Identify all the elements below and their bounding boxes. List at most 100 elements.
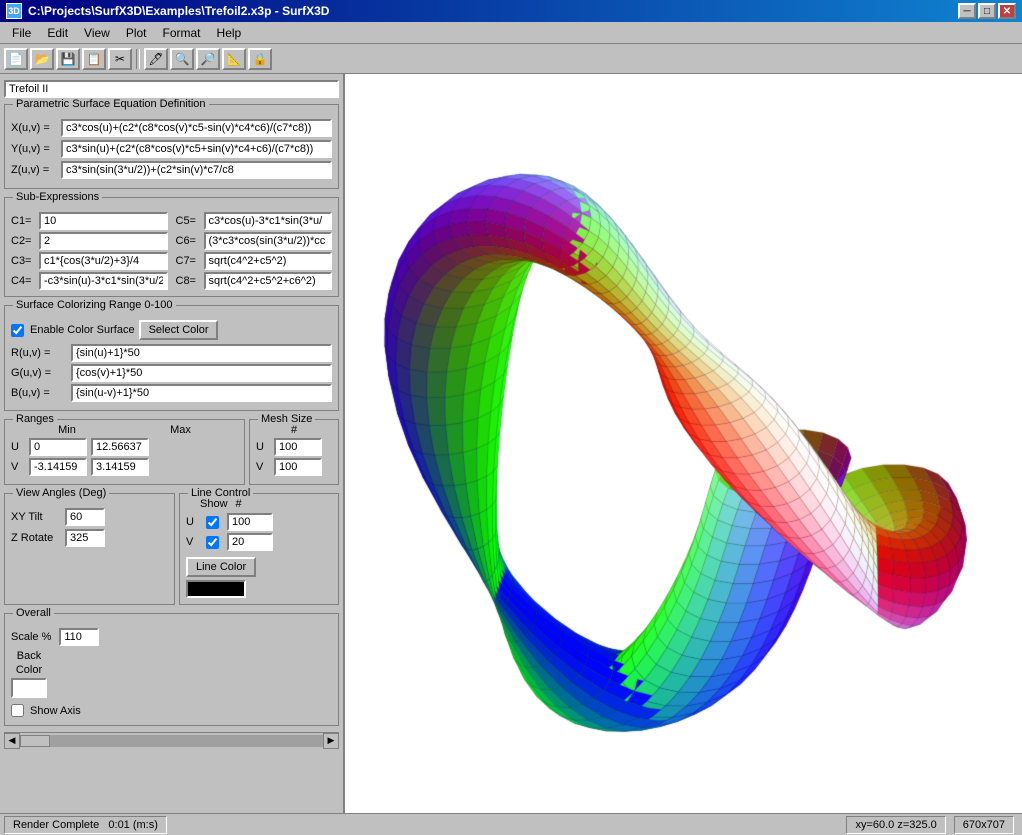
x-equation-row: X(u,v) = xyxy=(11,119,332,137)
status-bar: Render Complete 0:01 (m:s) xy=60.0 z=325… xyxy=(0,813,1022,835)
draw-button[interactable]: 🖊 xyxy=(144,48,168,70)
c5-input[interactable] xyxy=(204,212,333,230)
save-button[interactable]: 💾 xyxy=(56,48,80,70)
cut-button[interactable]: ✂ xyxy=(108,48,132,70)
back-color-swatch[interactable] xyxy=(11,678,47,698)
xy-tilt-label: XY Tilt xyxy=(11,511,61,523)
menu-view[interactable]: View xyxy=(76,24,118,42)
overall-group: Overall Scale % Back Color Show Axis xyxy=(4,613,339,726)
line-color-button[interactable]: Line Color xyxy=(186,557,256,577)
sub-expressions-grid: C1= C5= C2= C6= C3= xyxy=(11,212,332,290)
u-range-row: U xyxy=(11,438,238,456)
left-panel: Parametric Surface Equation Definition X… xyxy=(0,74,345,813)
mesh-v-input[interactable] xyxy=(274,458,322,476)
menu-file[interactable]: File xyxy=(4,24,39,42)
new-button[interactable]: 📄 xyxy=(4,48,28,70)
menu-plot[interactable]: Plot xyxy=(118,24,155,42)
toolbar-separator-1 xyxy=(136,49,140,69)
title-bar-buttons: ─ □ ✕ xyxy=(958,3,1016,19)
menu-help[interactable]: Help xyxy=(209,24,250,42)
line-v-checkbox[interactable] xyxy=(206,536,219,549)
3d-canvas[interactable] xyxy=(345,74,1022,813)
u-min-input[interactable] xyxy=(29,438,87,456)
z-rotate-input[interactable] xyxy=(65,529,105,547)
scale-label: Scale % xyxy=(11,631,51,643)
y-equation-input[interactable] xyxy=(61,140,332,158)
v-max-input[interactable] xyxy=(91,458,149,476)
line-ctrl-header: Show # xyxy=(186,498,332,510)
z-eq-label: Z(u,v) = xyxy=(11,164,61,176)
mesh-u-input[interactable] xyxy=(274,438,322,456)
zoom-out-button[interactable]: 🔎 xyxy=(196,48,220,70)
c7-input[interactable] xyxy=(204,252,333,270)
menu-edit[interactable]: Edit xyxy=(39,24,76,42)
c4-input[interactable] xyxy=(39,272,168,290)
menu-bar: File Edit View Plot Format Help xyxy=(0,22,1022,44)
scroll-track[interactable] xyxy=(20,735,323,747)
r-formula-input[interactable] xyxy=(71,344,332,362)
z-rotate-row: Z Rotate xyxy=(11,529,168,547)
mesh-size-label: Mesh Size xyxy=(258,413,315,425)
c1-row: C1= xyxy=(11,212,168,230)
scale-input[interactable] xyxy=(59,628,99,646)
v-min-input[interactable] xyxy=(29,458,87,476)
b-formula-row: B(u,v) = xyxy=(11,384,332,402)
window-title: C:\Projects\SurfX3D\Examples\Trefoil2.x3… xyxy=(28,4,329,18)
enable-color-label: Enable Color Surface xyxy=(30,324,135,336)
y-eq-label: Y(u,v) = xyxy=(11,143,61,155)
u-max-input[interactable] xyxy=(91,438,149,456)
xy-tilt-input[interactable] xyxy=(65,508,105,526)
minimize-button[interactable]: ─ xyxy=(958,3,976,19)
back-color-label2: Color xyxy=(16,664,42,676)
title-bar: 3D C:\Projects\SurfX3D\Examples\Trefoil2… xyxy=(0,0,1022,22)
scroll-right-button[interactable]: ▶ xyxy=(323,733,339,749)
ranges-label: Ranges xyxy=(13,413,57,425)
zoom-in-button[interactable]: 🔍 xyxy=(170,48,194,70)
b-formula-input[interactable] xyxy=(71,384,332,402)
line-v-count-input[interactable] xyxy=(227,533,273,551)
line-color-swatch xyxy=(186,580,246,598)
mesh-header: # xyxy=(256,424,332,436)
open-button[interactable]: 📂 xyxy=(30,48,54,70)
c6-input[interactable] xyxy=(204,232,333,250)
show-axis-checkbox[interactable] xyxy=(11,704,24,717)
sub-expressions-label: Sub-Expressions xyxy=(13,191,102,203)
select-color-button[interactable]: Select Color xyxy=(139,320,219,340)
c5-row: C5= xyxy=(176,212,333,230)
c3-input[interactable] xyxy=(39,252,168,270)
menu-format[interactable]: Format xyxy=(155,24,209,42)
c7-label: C7= xyxy=(176,255,204,267)
name-field-container xyxy=(4,80,339,98)
c8-row: C8= xyxy=(176,272,333,290)
line-control-label: Line Control xyxy=(188,487,253,499)
lock-button[interactable]: 🔒 xyxy=(248,48,272,70)
surface-name-input[interactable] xyxy=(4,80,339,98)
line-hash-header: # xyxy=(236,498,242,510)
xy-tilt-row: XY Tilt xyxy=(11,508,168,526)
mesh-u-label: U xyxy=(256,441,270,453)
c8-input[interactable] xyxy=(204,272,333,290)
x-equation-input[interactable] xyxy=(61,119,332,137)
status-message: Render Complete 0:01 (m:s) xyxy=(4,816,167,834)
line-u-count-input[interactable] xyxy=(227,513,273,531)
measure-button[interactable]: 📐 xyxy=(222,48,246,70)
line-u-checkbox[interactable] xyxy=(206,516,219,529)
copy-button[interactable]: 📋 xyxy=(82,48,106,70)
enable-color-checkbox[interactable] xyxy=(11,324,24,337)
z-equation-input[interactable] xyxy=(61,161,332,179)
scroll-thumb[interactable] xyxy=(20,735,50,747)
maximize-button[interactable]: □ xyxy=(978,3,996,19)
c4-label: C4= xyxy=(11,275,39,287)
c2-input[interactable] xyxy=(39,232,168,250)
ranges-header: Min Max xyxy=(11,424,238,436)
render-status: Render Complete xyxy=(13,819,99,831)
c2-label: C2= xyxy=(11,235,39,247)
g-formula-input[interactable] xyxy=(71,364,332,382)
close-button[interactable]: ✕ xyxy=(998,3,1016,19)
c1-input[interactable] xyxy=(39,212,168,230)
surface-colorizing-group: Surface Colorizing Range 0-100 Enable Co… xyxy=(4,305,339,411)
mesh-size-group: Mesh Size # U V xyxy=(249,419,339,485)
scroll-left-button[interactable]: ◀ xyxy=(4,733,20,749)
c6-label: C6= xyxy=(176,235,204,247)
ranges-max-header: Max xyxy=(170,424,191,436)
